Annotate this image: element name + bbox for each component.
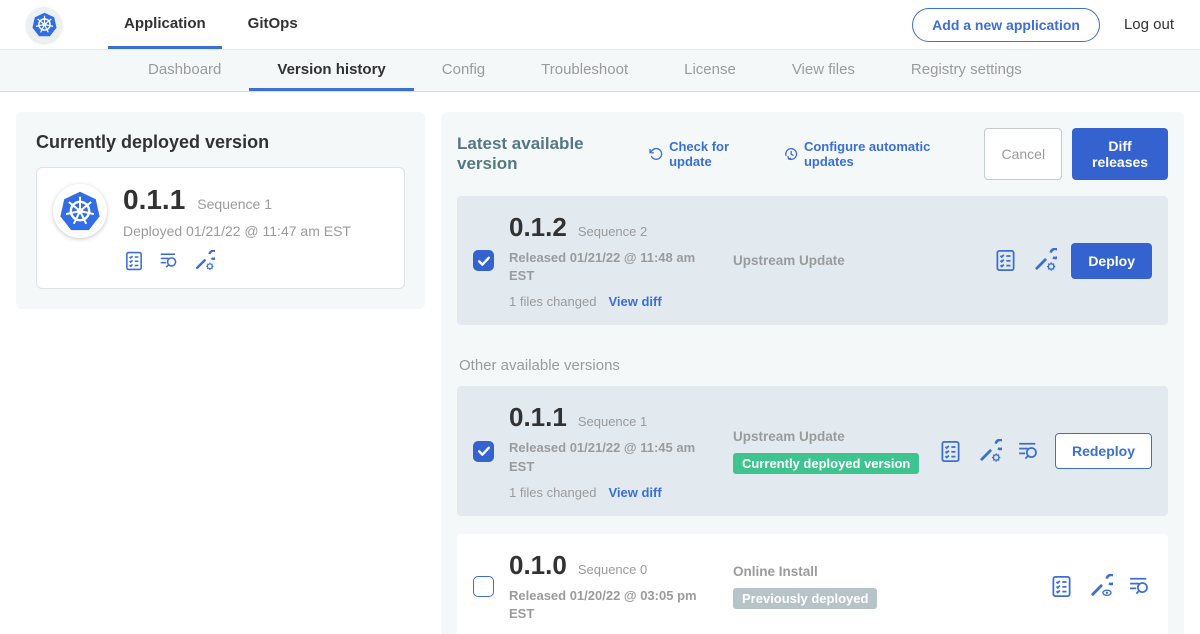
preflight-checks-icon[interactable] xyxy=(993,248,1018,273)
app-icon-badge xyxy=(53,184,107,238)
checkmark-icon xyxy=(476,253,492,269)
edit-config-icon[interactable] xyxy=(1032,248,1057,273)
tab-dashboard[interactable]: Dashboard xyxy=(120,50,249,91)
deployed-timestamp: Deployed 01/21/22 @ 11:47 am EST xyxy=(123,223,351,239)
view-files-icon[interactable] xyxy=(1127,574,1152,599)
nav-tab-application[interactable]: Application xyxy=(108,0,222,49)
version-checkbox[interactable] xyxy=(473,441,494,462)
preflight-checks-icon[interactable] xyxy=(123,250,145,272)
tab-version-history[interactable]: Version history xyxy=(249,50,413,91)
sequence-label: Sequence 0 xyxy=(578,562,647,577)
preflight-checks-icon[interactable] xyxy=(938,439,963,464)
view-diff-link[interactable]: View diff xyxy=(608,485,661,500)
available-versions-panel: Latest available version Check for updat… xyxy=(441,112,1184,634)
currently-deployed-panel: Currently deployed version 0.1.1 Sequenc… xyxy=(16,112,425,309)
view-config-icon[interactable] xyxy=(1088,574,1113,599)
check-for-update-label: Check for update xyxy=(669,139,764,169)
nav-tab-gitops[interactable]: GitOps xyxy=(232,0,314,49)
files-changed-label: 1 files changed xyxy=(509,485,596,500)
deployed-sequence-label: Sequence 1 xyxy=(197,196,272,212)
refresh-icon xyxy=(649,146,663,162)
version-source-label: Online Install xyxy=(733,564,1049,579)
currently-deployed-title: Currently deployed version xyxy=(36,132,405,153)
edit-config-icon[interactable] xyxy=(193,250,215,272)
top-nav: Application GitOps Add a new application… xyxy=(0,0,1200,50)
version-checkbox[interactable] xyxy=(473,250,494,271)
version-row-0-1-1: 0.1.1 Sequence 1 Released 01/21/22 @ 11:… xyxy=(457,386,1168,515)
check-for-update-link[interactable]: Check for update xyxy=(649,139,764,169)
files-changed-label: 1 files changed xyxy=(509,294,596,309)
deployed-version-card: 0.1.1 Sequence 1 Deployed 01/21/22 @ 11:… xyxy=(36,167,405,289)
released-timestamp: Released 01/21/22 @ 11:45 am EST xyxy=(509,439,704,475)
version-source-label: Upstream Update xyxy=(733,253,993,268)
view-diff-link[interactable]: View diff xyxy=(608,294,661,309)
tab-registry-settings[interactable]: Registry settings xyxy=(883,50,1050,91)
version-number: 0.1.0 xyxy=(509,550,567,581)
previously-deployed-badge: Previously deployed xyxy=(733,588,877,609)
sequence-label: Sequence 2 xyxy=(578,224,647,239)
released-timestamp: Released 01/20/22 @ 03:05 pm EST xyxy=(509,587,704,623)
app-logo xyxy=(26,7,62,43)
version-source-label: Upstream Update xyxy=(733,429,938,444)
sequence-label: Sequence 1 xyxy=(578,414,647,429)
diff-releases-button[interactable]: Diff releases xyxy=(1072,128,1168,180)
redeploy-button[interactable]: Redeploy xyxy=(1055,433,1152,469)
checkmark-icon xyxy=(476,443,492,459)
currently-deployed-badge: Currently deployed version xyxy=(733,453,919,474)
logout-button[interactable]: Log out xyxy=(1124,16,1174,33)
preflight-checks-icon[interactable] xyxy=(1049,574,1074,599)
configure-auto-updates-label: Configure automatic updates xyxy=(804,139,965,169)
deploy-button[interactable]: Deploy xyxy=(1071,243,1152,279)
tab-config[interactable]: Config xyxy=(414,50,513,91)
cancel-button[interactable]: Cancel xyxy=(984,128,1062,180)
version-number: 0.1.1 xyxy=(509,402,567,433)
tab-troubleshoot[interactable]: Troubleshoot xyxy=(513,50,656,91)
released-timestamp: Released 01/21/22 @ 11:48 am EST xyxy=(509,249,704,285)
kubernetes-icon xyxy=(31,11,58,38)
latest-available-title: Latest available version xyxy=(457,134,629,174)
app-subnav: Dashboard Version history Config Trouble… xyxy=(0,50,1200,92)
view-files-icon[interactable] xyxy=(1016,439,1041,464)
view-files-icon[interactable] xyxy=(158,250,180,272)
version-checkbox[interactable] xyxy=(473,576,494,597)
clock-refresh-icon xyxy=(784,146,798,162)
add-application-button[interactable]: Add a new application xyxy=(912,8,1100,42)
tab-view-files[interactable]: View files xyxy=(764,50,883,91)
other-versions-title: Other available versions xyxy=(459,357,1168,374)
version-row-0-1-2: 0.1.2 Sequence 2 Released 01/21/22 @ 11:… xyxy=(457,196,1168,325)
kubernetes-icon xyxy=(58,189,102,233)
configure-auto-updates-link[interactable]: Configure automatic updates xyxy=(784,139,965,169)
version-row-0-1-0: 0.1.0 Sequence 0 Released 01/20/22 @ 03:… xyxy=(457,534,1168,634)
edit-config-icon[interactable] xyxy=(977,439,1002,464)
deployed-version-number: 0.1.1 xyxy=(123,184,185,216)
version-number: 0.1.2 xyxy=(509,212,567,243)
tab-license[interactable]: License xyxy=(656,50,764,91)
